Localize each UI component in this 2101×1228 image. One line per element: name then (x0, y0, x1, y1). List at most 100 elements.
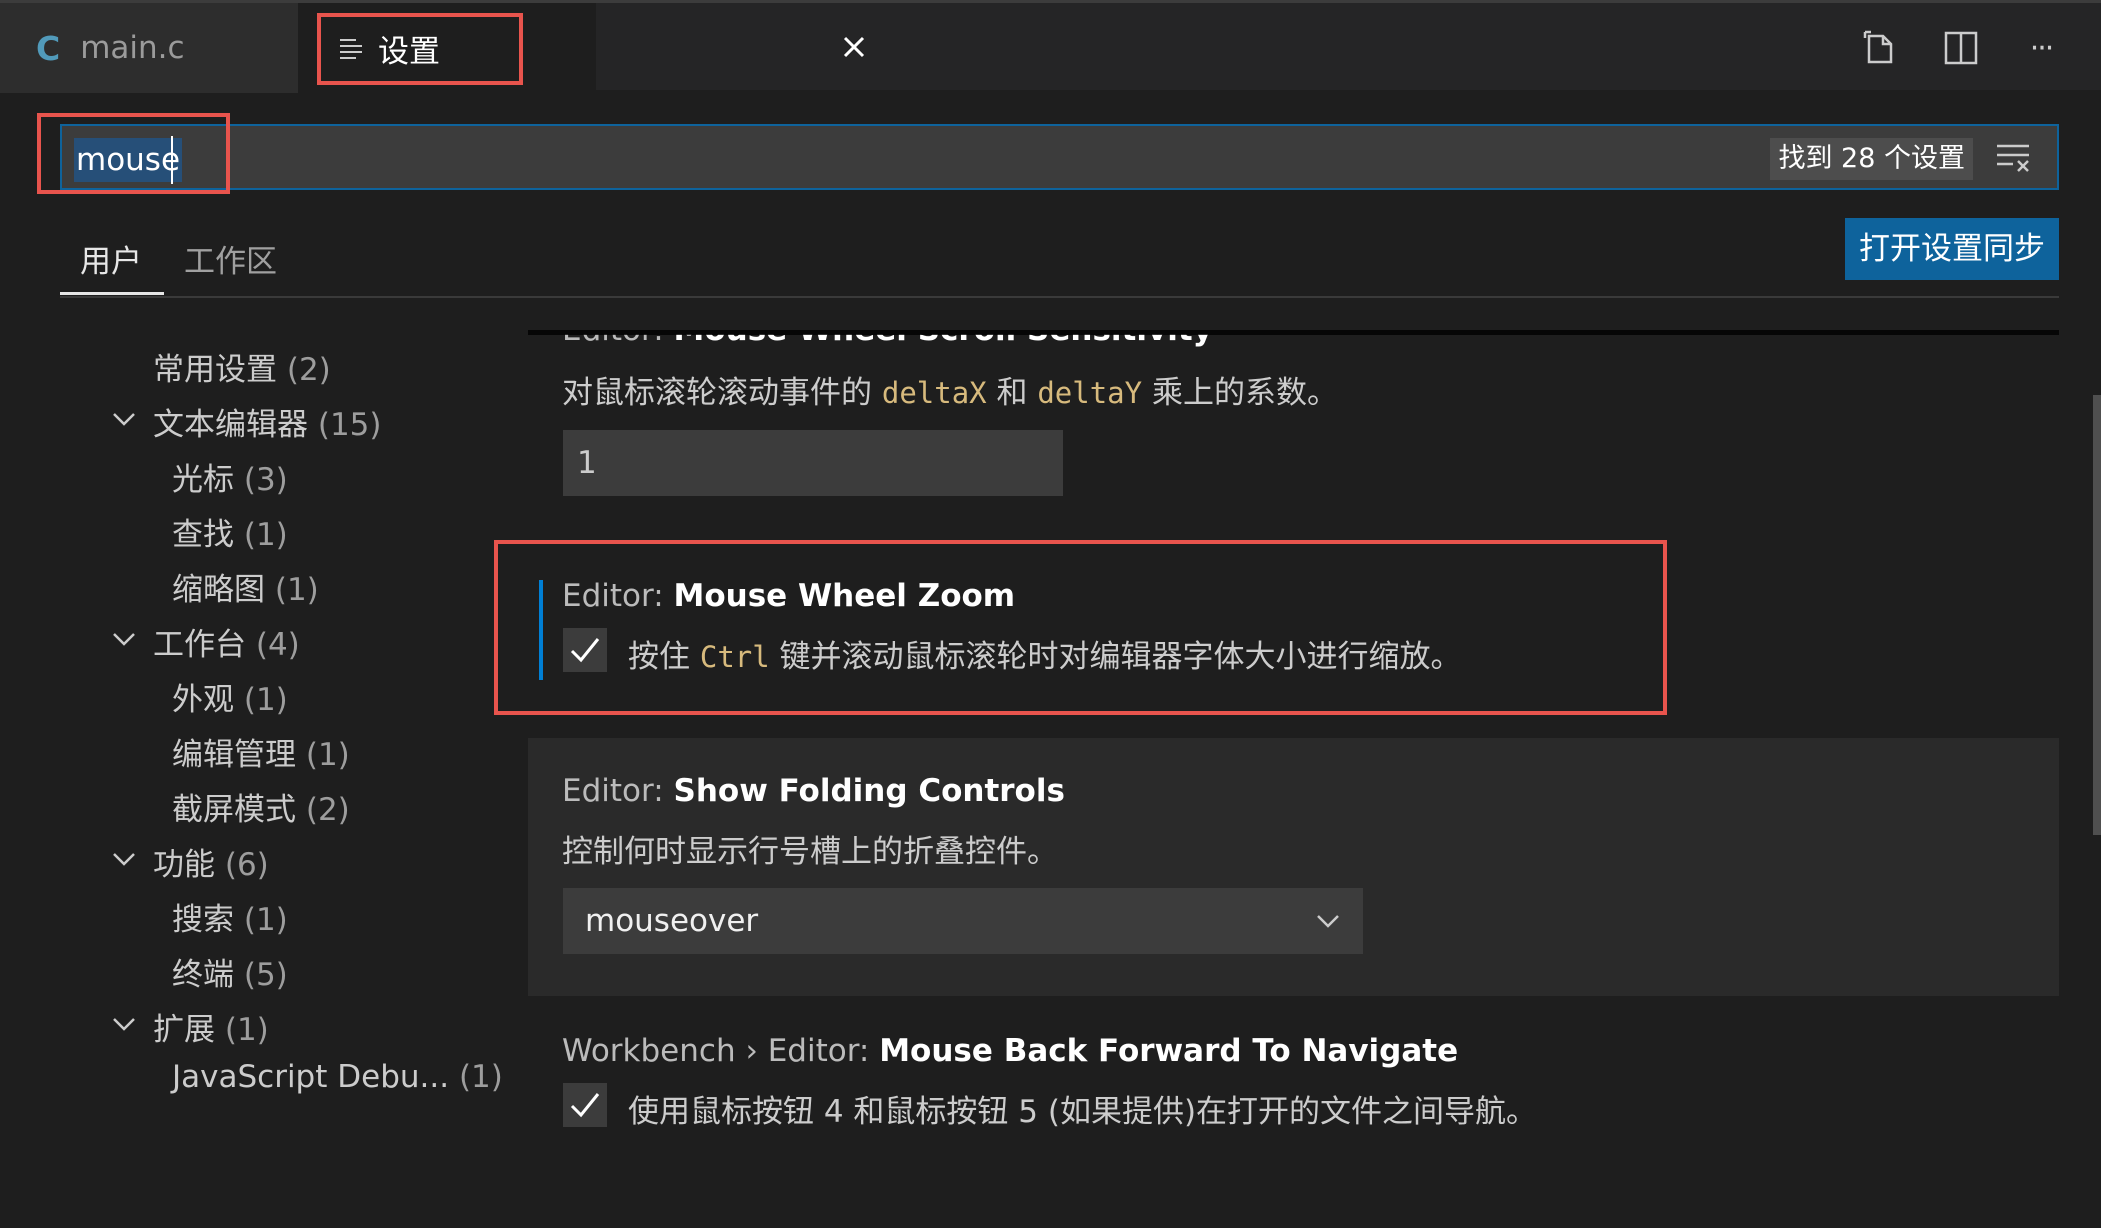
toc-item-features[interactable]: 功能 (6) (153, 839, 269, 884)
chevron-down-icon[interactable] (111, 846, 137, 872)
toc-count: (1) (243, 517, 288, 553)
toc-count: (15) (317, 407, 382, 443)
tab-user[interactable]: 用户 (80, 236, 142, 281)
toc-count: (3) (243, 462, 288, 498)
code-ctrl: Ctrl (699, 640, 770, 674)
focus-indicator (539, 580, 543, 680)
more-actions-icon[interactable]: ··· (2021, 28, 2061, 68)
toc-count: (1) (224, 1012, 269, 1048)
setting-description: 使用鼠标按钮 4 和鼠标按钮 5 (如果提供)在打开的文件之间导航。 (628, 1094, 1538, 1130)
open-json-icon[interactable] (1861, 28, 1901, 68)
desc-text: 键并滚动鼠标滚轮时对编辑器字体大小进行缩放。 (769, 639, 1462, 675)
turn-on-settings-sync-button[interactable]: 打开设置同步 (1845, 218, 2059, 280)
toc-label: 常用设置 (153, 352, 277, 388)
toc-label: 编辑管理 (172, 737, 296, 773)
desc-text: 和 (986, 375, 1038, 411)
chevron-down-icon[interactable] (111, 1011, 137, 1037)
setting-description: 控制何时显示行号槽上的折叠控件。 (562, 834, 1058, 870)
toc-count: (4) (255, 627, 300, 663)
toc-count: (1) (305, 737, 350, 773)
toc-item-screencast[interactable]: 截屏模式 (2) (172, 784, 350, 829)
toc-item-javascript-debugger[interactable]: JavaScript Debu... (1) (172, 1059, 503, 1095)
setting-title: Editor: Show Folding Controls (562, 773, 1065, 809)
toc-count: (1) (243, 902, 288, 938)
tab-settings[interactable]: 设置 (298, 3, 865, 93)
code-deltax: deltaX (881, 376, 987, 410)
toc-label: 扩展 (153, 1012, 215, 1048)
desc-text: 对鼠标滚轮滚动事件的 (562, 375, 882, 411)
select-value: mouseover (585, 903, 759, 939)
toc-label: 工作台 (153, 627, 246, 663)
setting-title: Workbench › Editor: Mouse Back Forward T… (562, 1033, 1458, 1069)
setting-name: Show Folding Controls (673, 773, 1065, 809)
checkmark-icon (570, 1093, 600, 1118)
toc-item-search[interactable]: 搜索 (1) (172, 894, 288, 939)
toc-label: 查找 (172, 517, 234, 553)
editor-actions: ··· (1861, 3, 2101, 93)
toc-label: 搜索 (172, 902, 234, 938)
toc-item-find[interactable]: 查找 (1) (172, 509, 288, 554)
toc-item-common[interactable]: 常用设置 (2) (153, 344, 331, 389)
clear-filter-icon[interactable] (1995, 140, 2033, 176)
scope-tabs: 用户 工作区 (60, 228, 2059, 298)
desc-text: 按住 (628, 639, 700, 675)
highlight-wheel-zoom (494, 540, 1667, 715)
tab-label: main.c (80, 30, 185, 66)
toc-label: 文本编辑器 (153, 407, 308, 443)
toc-count: (1) (274, 572, 319, 608)
setting-description: 按住 Ctrl 键并滚动鼠标滚轮时对编辑器字体大小进行缩放。 (628, 631, 1462, 676)
checkmark-icon (570, 638, 600, 663)
tab-main-c[interactable]: C main.c (0, 3, 298, 93)
setting-name: Mouse Wheel Zoom (673, 578, 1016, 614)
list-top-shadow (528, 330, 2059, 335)
settings-search-box[interactable]: mouse 找到 28 个设置 (60, 124, 2059, 190)
search-input[interactable]: mouse (74, 138, 183, 182)
code-deltay: deltaY (1037, 376, 1143, 410)
toc-count: (2) (305, 792, 350, 828)
toc-item-workbench[interactable]: 工作台 (4) (153, 619, 300, 664)
setting-name: Mouse Back Forward To Navigate (879, 1033, 1459, 1069)
text-caret (171, 136, 173, 184)
toc-label: 缩略图 (172, 572, 265, 608)
chevron-down-icon (1317, 915, 1339, 928)
toc-item-terminal[interactable]: 终端 (5) (172, 949, 288, 994)
mouse-back-forward-checkbox[interactable] (563, 1083, 607, 1127)
toc-label: JavaScript Debu... (172, 1059, 450, 1095)
toc-item-editor-management[interactable]: 编辑管理 (1) (172, 729, 350, 774)
c-file-icon: C (36, 28, 61, 68)
folding-controls-select[interactable]: mouseover (563, 888, 1363, 954)
chevron-down-icon[interactable] (111, 406, 137, 432)
toc-label: 截屏模式 (172, 792, 296, 828)
active-tab-underline (60, 292, 164, 295)
toc-item-text-editor[interactable]: 文本编辑器 (15) (153, 399, 382, 444)
toc-item-minimap[interactable]: 缩略图 (1) (172, 564, 319, 609)
mouse-wheel-zoom-checkbox[interactable] (563, 628, 607, 672)
setting-category: Workbench › Editor: (562, 1033, 880, 1069)
setting-title: Editor: Mouse Wheel Zoom (562, 578, 1015, 614)
toc-label: 光标 (172, 462, 234, 498)
chevron-down-icon[interactable] (111, 626, 137, 652)
toc-label: 外观 (172, 682, 234, 718)
toc-label: 终端 (172, 957, 234, 993)
close-icon[interactable] (836, 29, 872, 65)
toc-count: (1) (458, 1059, 503, 1095)
toc-item-appearance[interactable]: 外观 (1) (172, 674, 288, 719)
results-count-badge: 找到 28 个设置 (1770, 138, 1973, 180)
editor-tab-bar: C main.c 设置 ··· (0, 0, 2101, 93)
scroll-sensitivity-input[interactable]: 1 (563, 430, 1063, 496)
toc-count: (1) (243, 682, 288, 718)
vertical-scrollbar[interactable] (2093, 395, 2101, 835)
toc-item-cursor[interactable]: 光标 (3) (172, 454, 288, 499)
split-editor-icon[interactable] (1941, 28, 1981, 68)
toc-item-extensions[interactable]: 扩展 (1) (153, 1004, 269, 1049)
toc-count: (6) (224, 847, 269, 883)
settings-lines-icon (340, 39, 362, 59)
setting-description: 对鼠标滚轮滚动事件的 deltaX 和 deltaY 乘上的系数。 (562, 367, 1338, 412)
setting-category: Editor: (562, 773, 674, 809)
tab-workspace[interactable]: 工作区 (184, 236, 277, 281)
desc-text: 乘上的系数。 (1142, 375, 1338, 411)
setting-category: Editor: (562, 578, 674, 614)
toc-label: 功能 (153, 847, 215, 883)
tab-label: 设置 (378, 33, 440, 70)
toc-count: (2) (286, 352, 331, 388)
